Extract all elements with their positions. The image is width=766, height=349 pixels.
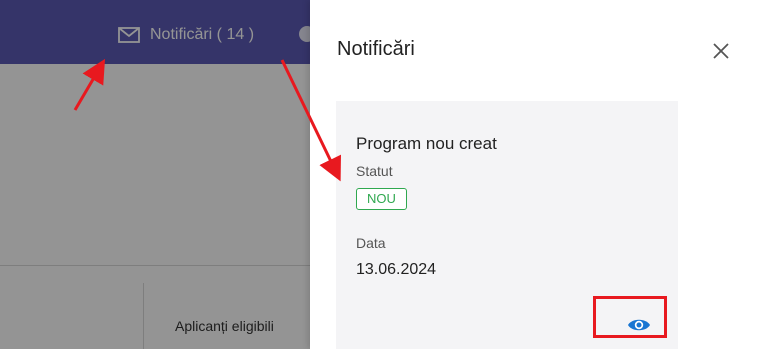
- drawer-title: Notificări: [337, 38, 415, 60]
- status-label: Statut: [356, 163, 393, 179]
- notification-title: Program nou creat: [356, 134, 497, 153]
- modal-backdrop[interactable]: [0, 0, 310, 349]
- close-icon[interactable]: [710, 40, 732, 62]
- notifications-drawer: Notificări Program nou creat Statut NOU …: [310, 0, 766, 349]
- annotation-highlight-box: [593, 296, 667, 338]
- date-label: Data: [356, 235, 386, 251]
- status-badge: NOU: [356, 188, 407, 210]
- date-value: 13.06.2024: [356, 261, 437, 278]
